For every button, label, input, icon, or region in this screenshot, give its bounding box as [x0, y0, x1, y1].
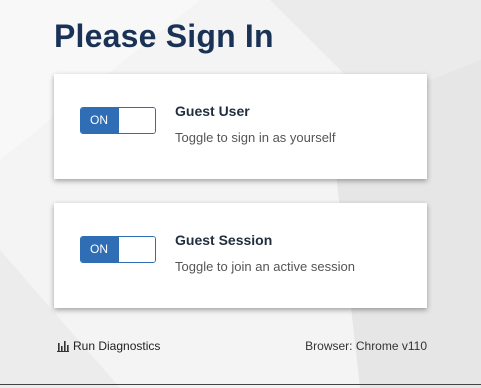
bar-chart-icon: [57, 340, 69, 352]
browser-info: Browser: Chrome v110: [305, 339, 427, 353]
toggle-on-label: ON: [81, 108, 119, 133]
bottom-divider: [0, 384, 481, 385]
guest-user-title: Guest User: [175, 103, 250, 119]
guest-session-toggle[interactable]: ON: [80, 236, 156, 263]
guest-user-toggle[interactable]: ON: [80, 107, 156, 134]
guest-session-description: Toggle to join an active session: [175, 259, 355, 274]
toggle-knob: [119, 108, 155, 133]
guest-session-card: ON Guest Session Toggle to join an activ…: [54, 203, 427, 308]
guest-user-description: Toggle to sign in as yourself: [175, 130, 336, 145]
toggle-on-label: ON: [81, 237, 119, 262]
background-shapes: [0, 0, 481, 388]
run-diagnostics-label: Run Diagnostics: [73, 339, 161, 353]
toggle-knob: [119, 237, 155, 262]
guest-session-title: Guest Session: [175, 232, 273, 248]
run-diagnostics-link[interactable]: Run Diagnostics: [57, 339, 160, 353]
guest-user-card: ON Guest User Toggle to sign in as yours…: [54, 74, 427, 179]
page-title: Please Sign In: [54, 18, 274, 54]
